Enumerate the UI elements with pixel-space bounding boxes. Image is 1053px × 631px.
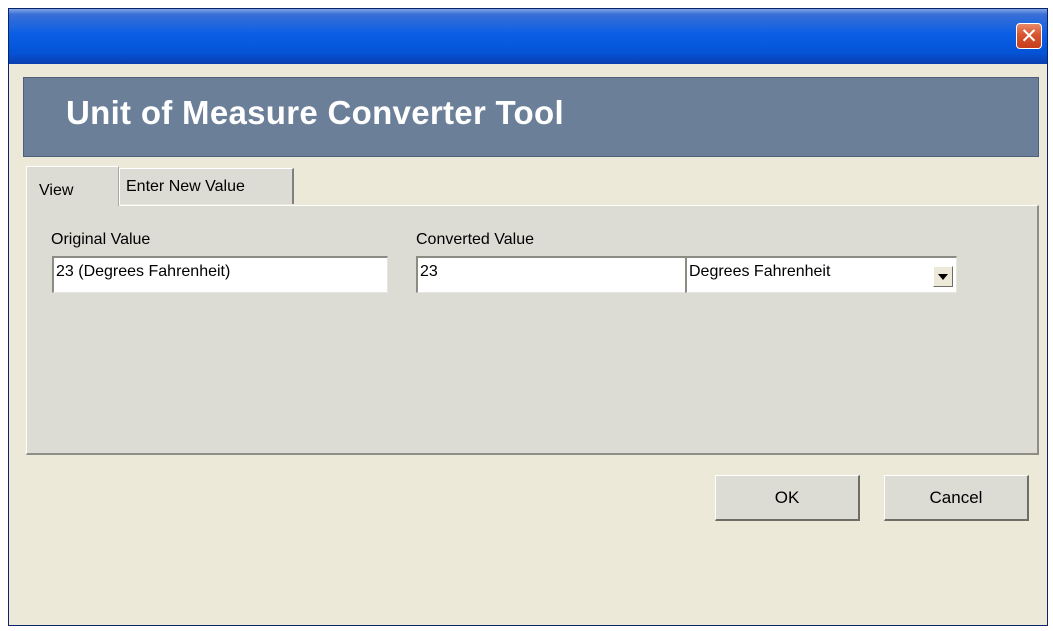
tab-view-label: View [39,182,74,199]
chevron-down-icon [938,273,948,280]
converted-value-field[interactable]: 23 [416,256,686,293]
original-value-field[interactable]: 23 (Degrees Fahrenheit) [52,256,388,293]
dropdown-button[interactable] [933,266,953,287]
ok-button[interactable]: OK [715,475,860,521]
dialog-title: Unit of Measure Converter Tool [66,94,564,131]
title-bar[interactable]: ✕ [9,9,1047,64]
cancel-button[interactable]: Cancel [884,475,1029,521]
converted-value-label: Converted Value [416,231,534,248]
header-band: Unit of Measure Converter Tool [23,77,1039,157]
converter-dialog: ✕ Unit of Measure Converter Tool View En… [8,8,1048,626]
close-icon: ✕ [1020,23,1038,48]
tab-enter-new-value-label: Enter New Value [126,178,245,195]
close-button[interactable]: ✕ [1016,23,1042,49]
tab-enter-new-value[interactable]: Enter New Value [119,168,294,204]
unit-select-value: Degrees Fahrenheit [689,263,831,280]
original-value-label: Original Value [51,231,151,248]
tab-panel-view: Original Value 23 (Degrees Fahrenheit) C… [26,205,1039,455]
tab-view[interactable]: View [26,166,119,206]
unit-select[interactable]: Degrees Fahrenheit [685,256,957,293]
